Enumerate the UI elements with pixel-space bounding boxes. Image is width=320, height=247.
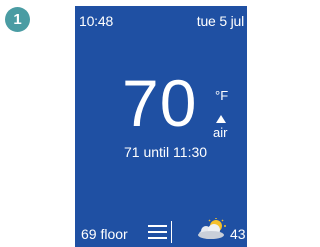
menu-button[interactable] <box>146 219 172 245</box>
outdoor-temperature: 43 <box>230 226 246 242</box>
floor-temperature: 69 floor <box>81 226 128 242</box>
current-date: tue 5 jul <box>196 13 244 29</box>
temperature-unit: °F <box>215 88 229 103</box>
page: 1 10:48 tue 5 jul 70 °F air 71 until 11:… <box>0 0 248 247</box>
current-temperature[interactable]: 70 <box>122 70 197 136</box>
sensor-mode-label: air <box>213 125 228 140</box>
step-number-badge: 1 <box>5 7 30 32</box>
schedule-text: 71 until 11:30 <box>124 144 208 160</box>
thermostat-screen: 10:48 tue 5 jul 70 °F air 71 until 11:30… <box>75 6 247 247</box>
arrow-up-icon <box>216 115 226 123</box>
partly-cloudy-icon <box>198 218 226 239</box>
current-time: 10:48 <box>79 13 114 29</box>
